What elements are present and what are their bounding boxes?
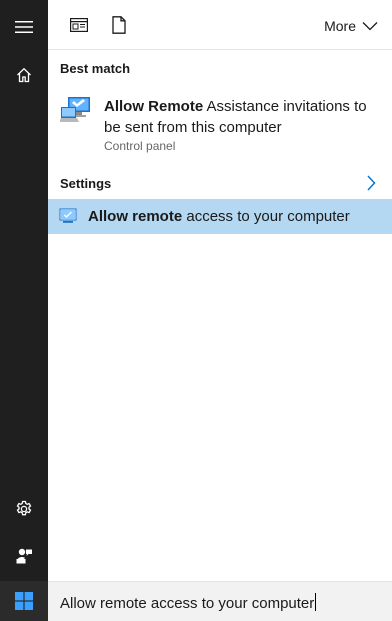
- settings-result-label-rest: access to your computer: [182, 208, 350, 225]
- text-caret: [315, 593, 317, 611]
- gear-icon[interactable]: [0, 485, 48, 533]
- search-input[interactable]: Allow remote access to your computer: [60, 593, 317, 612]
- search-filter-toolbar: More: [48, 0, 392, 50]
- file-filter-icon[interactable]: [104, 10, 134, 40]
- settings-heading: Settings: [60, 176, 112, 191]
- best-match-title-bold: Allow Remote: [104, 98, 204, 115]
- best-match-heading: Best match: [60, 61, 131, 76]
- best-match-title: Allow Remote Assistance invitations to b…: [104, 96, 376, 138]
- feedback-icon[interactable]: [0, 532, 48, 580]
- search-box[interactable]: Allow remote access to your computer: [48, 581, 392, 621]
- settings-result-item[interactable]: Allow remote access to your computer: [48, 199, 392, 234]
- more-label: More: [324, 18, 356, 34]
- chevron-down-icon: [362, 22, 378, 31]
- settings-result-label-bold: Allow remote: [88, 208, 183, 225]
- remote-assistance-icon: [59, 94, 92, 126]
- left-rail: [0, 0, 48, 621]
- settings-result-label: Allow remote access to your computer: [88, 208, 350, 225]
- more-dropdown[interactable]: More: [324, 16, 378, 36]
- documents-filter-icon[interactable]: [64, 10, 94, 40]
- windows-logo-icon: [15, 592, 33, 610]
- start-search-panel: More Best match Allow Remote Assistance …: [0, 0, 392, 621]
- chevron-right-icon[interactable]: [364, 174, 378, 192]
- best-match-subtitle: Control panel: [104, 139, 176, 153]
- best-match-result[interactable]: Allow Remote Assistance invitations to b…: [48, 86, 392, 162]
- start-button[interactable]: [0, 581, 48, 621]
- search-input-value: Allow remote access to your computer: [60, 595, 315, 612]
- hamburger-icon[interactable]: [0, 3, 48, 51]
- computer-icon: [59, 208, 77, 224]
- home-icon[interactable]: [0, 51, 48, 99]
